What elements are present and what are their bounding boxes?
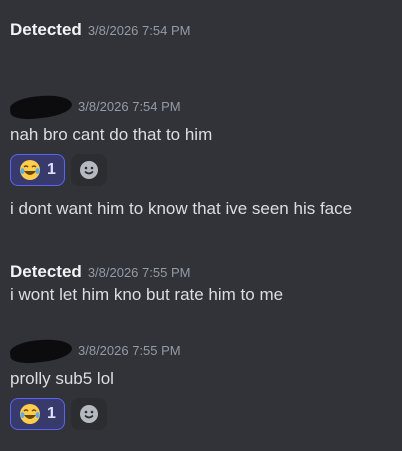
message-text: i dont want him to know that ive seen hi… bbox=[10, 199, 353, 218]
reaction-count: 1 bbox=[47, 405, 56, 422]
message-header: Detected 3/8/2026 7:54 PM bbox=[10, 20, 190, 40]
message-text: nah bro cant do that to him bbox=[10, 125, 213, 144]
message-group: Detected 3/8/2026 7:54 PM bbox=[10, 20, 190, 42]
reaction-button[interactable]: 1 bbox=[10, 398, 65, 430]
message-header: Detected 3/8/2026 7:55 PM bbox=[10, 262, 283, 282]
reactions-bar: 1 bbox=[10, 154, 352, 186]
laughing-crying-emoji-icon bbox=[20, 404, 40, 424]
add-reaction-button[interactable] bbox=[70, 154, 107, 186]
reaction-button[interactable]: 1 bbox=[10, 154, 65, 186]
author-name[interactable]: Detected bbox=[10, 20, 82, 39]
redacted-author-name[interactable] bbox=[9, 336, 73, 366]
message-group: Detected 3/8/2026 7:55 PM i wont let him … bbox=[10, 262, 283, 306]
smiley-icon bbox=[79, 161, 98, 179]
smiley-icon bbox=[79, 405, 98, 423]
message-header: 3/8/2026 7:54 PM bbox=[9, 92, 352, 122]
reactions-bar: 1 bbox=[10, 398, 181, 430]
laughing-crying-emoji-icon bbox=[20, 160, 40, 180]
timestamp[interactable]: 3/8/2026 7:55 PM bbox=[78, 343, 181, 358]
message-text: i wont let him kno but rate him to me bbox=[10, 285, 284, 304]
redacted-author-name[interactable] bbox=[9, 92, 73, 122]
author-name[interactable]: Detected bbox=[10, 262, 82, 281]
add-reaction-button[interactable] bbox=[70, 398, 107, 430]
message-group: 3/8/2026 7:55 PM prolly sub5 lol 1 bbox=[9, 336, 181, 430]
timestamp[interactable]: 3/8/2026 7:54 PM bbox=[88, 23, 191, 38]
message-group: 3/8/2026 7:54 PM nah bro cant do that to… bbox=[9, 92, 353, 220]
message-header: 3/8/2026 7:55 PM bbox=[9, 336, 181, 366]
timestamp[interactable]: 3/8/2026 7:54 PM bbox=[78, 99, 181, 114]
message-text: prolly sub5 lol bbox=[10, 369, 114, 388]
reaction-count: 1 bbox=[47, 161, 56, 178]
timestamp[interactable]: 3/8/2026 7:55 PM bbox=[88, 265, 191, 280]
